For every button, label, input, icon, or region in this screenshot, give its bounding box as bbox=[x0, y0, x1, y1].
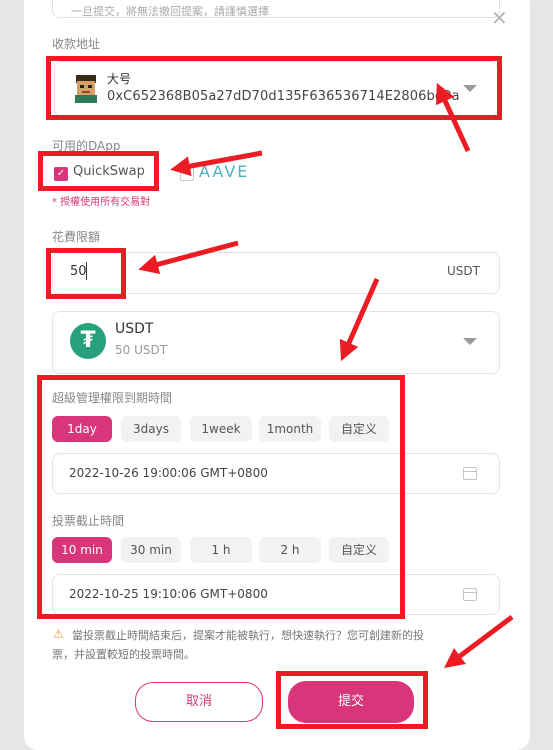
annotation-arrow-spend-limit bbox=[138, 240, 239, 275]
annotation-arrow-quickswap bbox=[170, 150, 263, 177]
annotation-arrows bbox=[138, 82, 514, 668]
annotation-arrow-submit bbox=[444, 615, 514, 668]
annotation-arrow-address bbox=[436, 82, 471, 153]
annotation-arrow-time-settings bbox=[339, 277, 380, 362]
